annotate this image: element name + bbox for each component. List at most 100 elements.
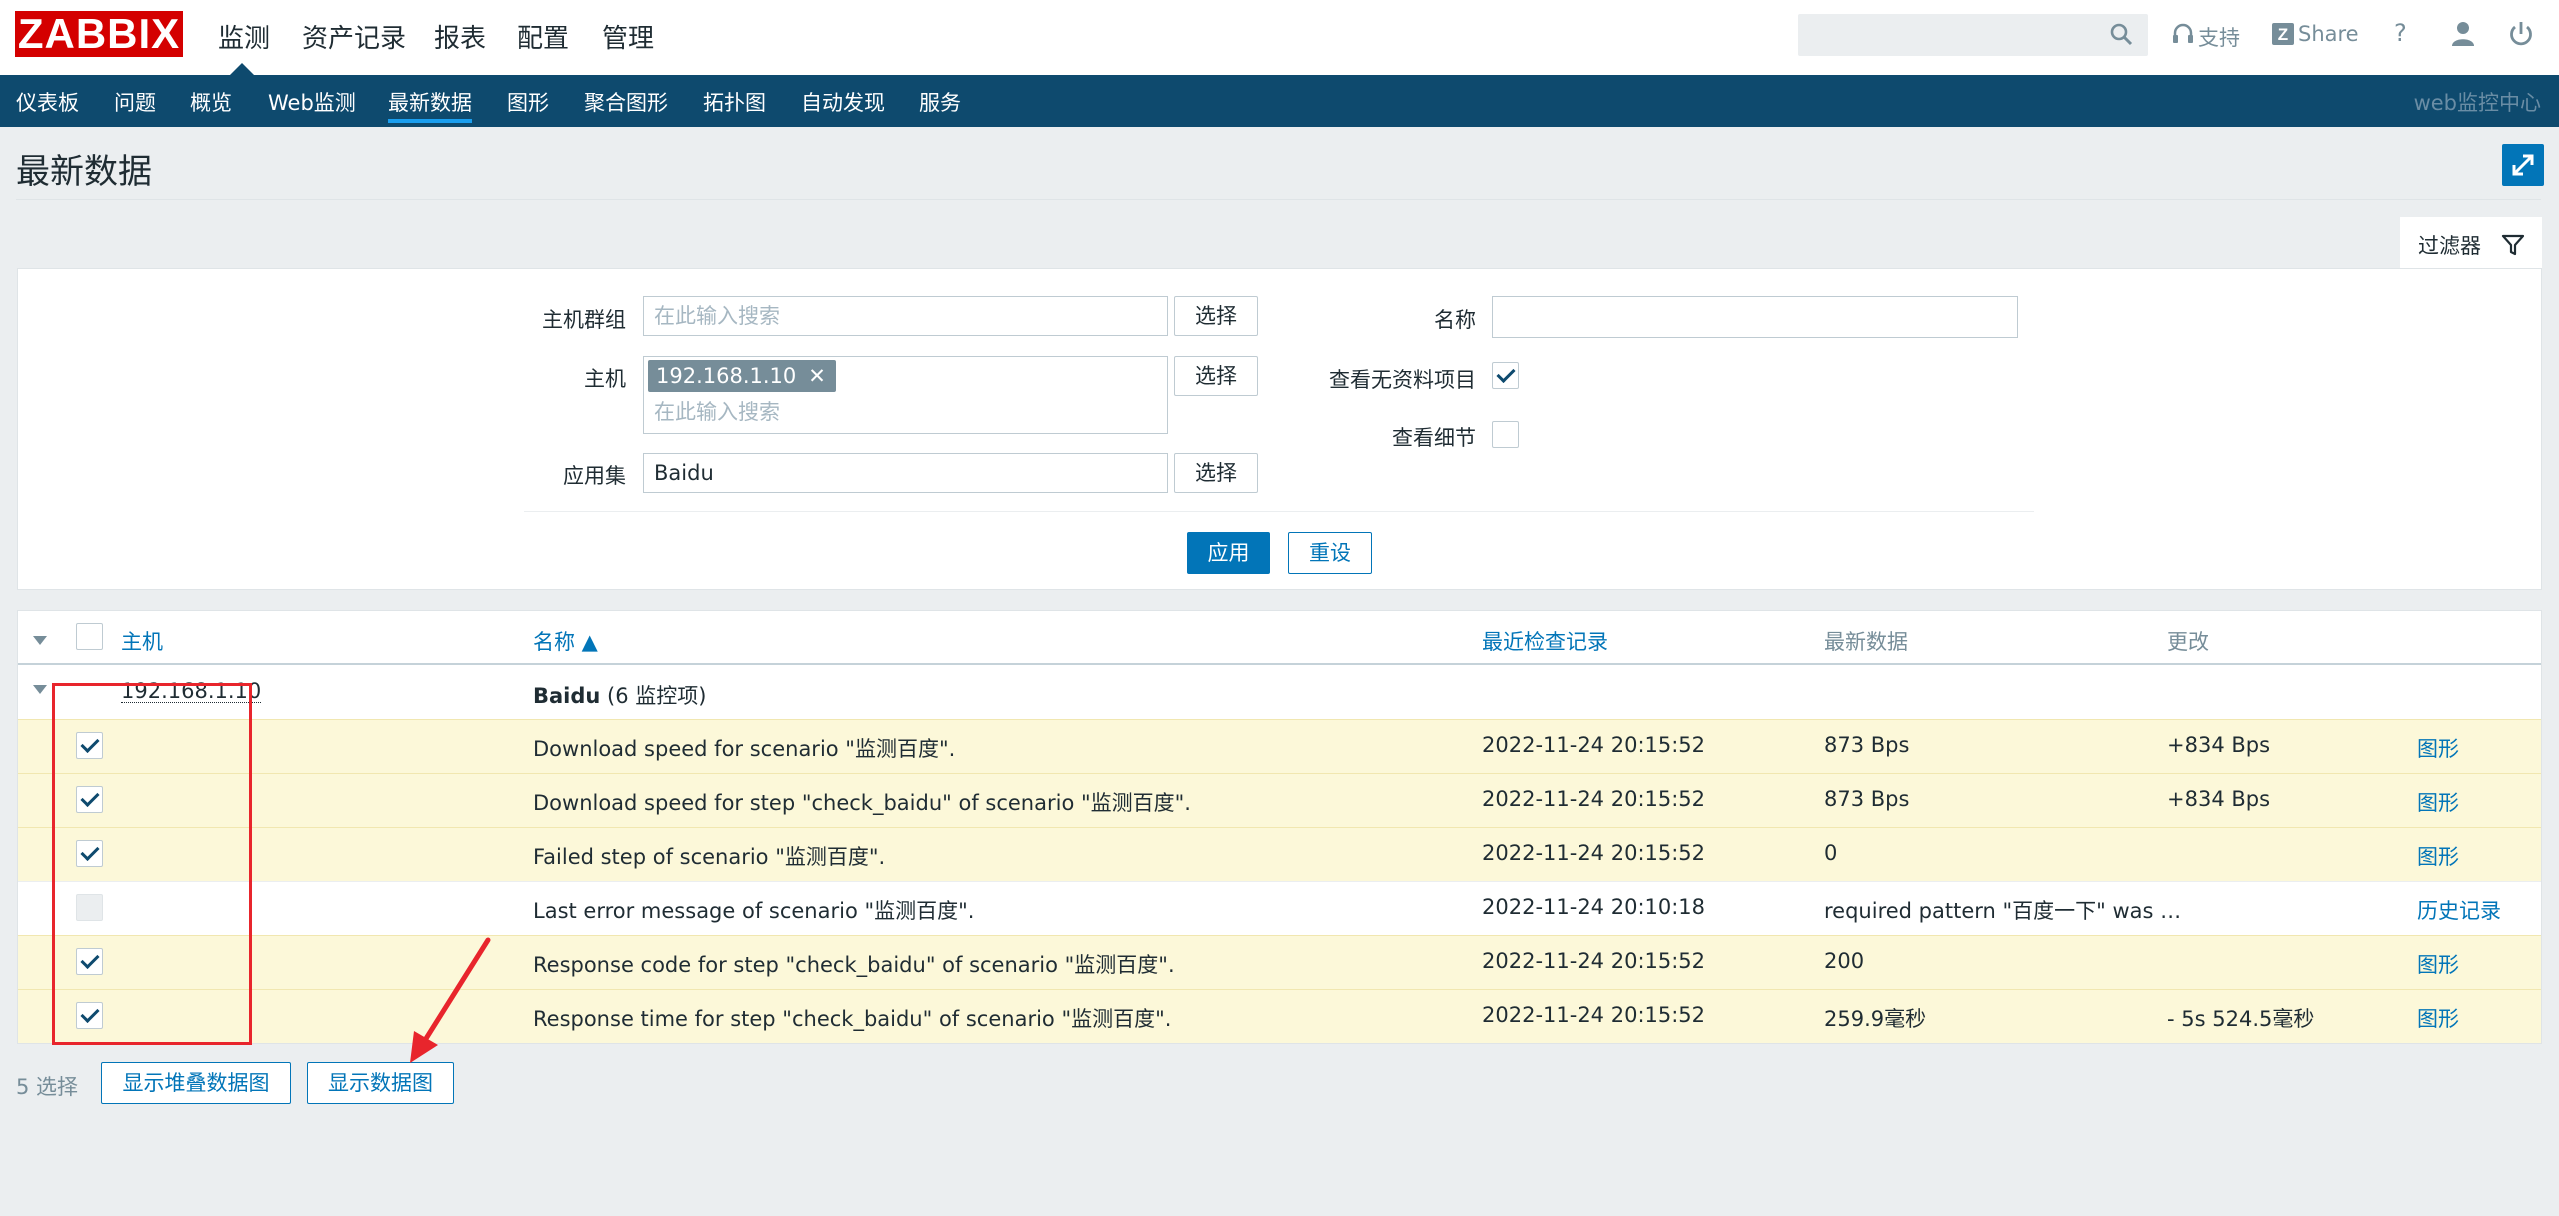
- column-last-check[interactable]: 最近检查记录: [1482, 626, 1608, 656]
- filter-divider: [524, 511, 2034, 512]
- application-label: 应用集: [563, 464, 626, 488]
- display-stacked-graph-button[interactable]: 显示堆叠数据图: [101, 1062, 291, 1104]
- item-name: Failed step of scenario "监测百度".: [533, 845, 886, 869]
- host-label: 主机: [584, 367, 626, 391]
- sign-out-icon[interactable]: [2508, 20, 2534, 48]
- last-value: 873 Bps: [1824, 733, 1910, 757]
- collapse-all-icon[interactable]: [33, 636, 47, 645]
- host-group-select-button[interactable]: 选择: [1174, 296, 1258, 336]
- graph-link[interactable]: 图形: [2417, 841, 2459, 871]
- show-items-without-data-checkbox[interactable]: [1492, 362, 1519, 389]
- table-row: Failed step of scenario "监测百度". 2022-11-…: [18, 827, 2541, 881]
- host-select-button[interactable]: 选择: [1174, 356, 1258, 396]
- menu-administration[interactable]: 管理: [602, 18, 654, 55]
- show-details-checkbox[interactable]: [1492, 421, 1519, 448]
- show-details-label: 查看细节: [1392, 426, 1476, 450]
- filter-panel: [17, 268, 2542, 590]
- help-link[interactable]: ?: [2394, 19, 2407, 47]
- last-check: 2022-11-24 20:15:52: [1482, 949, 1706, 973]
- filter-tab[interactable]: 过滤器: [2400, 217, 2542, 269]
- menu-inventory[interactable]: 资产记录: [302, 18, 406, 55]
- support-link[interactable]: 支持: [2198, 22, 2240, 52]
- submenu-graphs[interactable]: 图形: [507, 87, 549, 117]
- collapse-group-icon[interactable]: [33, 685, 47, 694]
- submenu-problems[interactable]: 问题: [114, 87, 156, 117]
- column-name[interactable]: 名称 ▲: [533, 626, 598, 656]
- application-input[interactable]: Baidu: [643, 453, 1168, 493]
- item-name: Response code for step "check_baidu" of …: [533, 953, 1175, 977]
- latest-data-table: 主机 名称 ▲ 最近检查记录 最新数据 更改 192.168.1.10 Baid…: [17, 610, 2542, 1044]
- reset-button[interactable]: 重设: [1288, 532, 1372, 574]
- title-divider: [16, 199, 2541, 200]
- user-profile-icon[interactable]: [2450, 20, 2476, 48]
- menu-reports[interactable]: 报表: [434, 18, 486, 55]
- submenu-dashboard[interactable]: 仪表板: [16, 87, 79, 117]
- last-value: 200: [1824, 949, 1865, 973]
- submenu-web-monitoring[interactable]: Web监测: [268, 87, 356, 117]
- active-submenu-underline: [388, 119, 472, 123]
- submenu-discovery[interactable]: 自动发现: [801, 87, 885, 117]
- column-change: 更改: [2167, 630, 2209, 654]
- annotation-highlight-box: [52, 683, 252, 1045]
- submenu-latest-data[interactable]: 最新数据: [388, 87, 472, 117]
- active-menu-caret: [230, 63, 254, 75]
- apply-button[interactable]: 应用: [1187, 532, 1270, 574]
- page-title: 最新数据: [16, 152, 152, 192]
- submenu-overview[interactable]: 概览: [190, 87, 232, 117]
- share-link[interactable]: Share: [2298, 22, 2359, 46]
- display-graph-button[interactable]: 显示数据图: [307, 1062, 454, 1104]
- global-search-input[interactable]: [1798, 14, 2148, 56]
- server-name-label: web监控中心: [2413, 91, 2541, 115]
- column-last-value: 最新数据: [1824, 630, 1908, 654]
- name-input[interactable]: [1492, 296, 2018, 338]
- history-link[interactable]: 历史记录: [2417, 895, 2501, 925]
- change-value: +834 Bps: [2167, 787, 2271, 811]
- item-name: Last error message of scenario "监测百度".: [533, 899, 975, 923]
- group-row: 192.168.1.10 Baidu (6 监控项): [18, 665, 2541, 719]
- graph-link[interactable]: 图形: [2417, 949, 2459, 979]
- group-item-count: (6 监控项): [607, 684, 707, 708]
- group-application-name: Baidu: [533, 684, 601, 708]
- host-group-input[interactable]: 在此输入搜索: [643, 296, 1168, 336]
- zabbix-logo[interactable]: ZABBIX: [15, 11, 183, 57]
- last-check: 2022-11-24 20:15:52: [1482, 1003, 1706, 1027]
- last-check: 2022-11-24 20:15:52: [1482, 787, 1706, 811]
- table-row: Response time for step "check_baidu" of …: [18, 989, 2541, 1043]
- remove-host-tag-icon[interactable]: ✕: [808, 364, 826, 388]
- host-group-label: 主机群组: [542, 308, 626, 332]
- table-row: Response code for step "check_baidu" of …: [18, 935, 2541, 989]
- top-header: ZABBIX 监测 资产记录 报表 配置 管理 支持 Z Share ?: [0, 0, 2559, 75]
- last-value: 873 Bps: [1824, 787, 1910, 811]
- submenu-services[interactable]: 服务: [919, 87, 961, 117]
- change-value: - 5s 524.5毫秒: [2167, 1007, 2315, 1031]
- submenu-screens[interactable]: 聚合图形: [584, 87, 668, 117]
- host-input-placeholder: 在此输入搜索: [654, 400, 780, 424]
- search-icon[interactable]: [2109, 22, 2133, 46]
- expand-icon: [2512, 154, 2534, 176]
- filter-tab-label: 过滤器: [2418, 234, 2481, 258]
- fullscreen-button[interactable]: [2502, 144, 2544, 186]
- zabbix-share-icon[interactable]: Z: [2272, 23, 2294, 45]
- item-name: Download speed for step "check_baidu" of…: [533, 791, 1191, 815]
- headset-icon[interactable]: [2172, 22, 2194, 46]
- host-tag-label: 192.168.1.10: [656, 364, 797, 388]
- item-name: Response time for step "check_baidu" of …: [533, 1007, 1172, 1031]
- application-select-button[interactable]: 选择: [1174, 453, 1258, 493]
- select-all-checkbox[interactable]: [76, 623, 103, 650]
- menu-monitoring[interactable]: 监测: [218, 18, 270, 55]
- table-row: Download speed for scenario "监测百度". 2022…: [18, 719, 2541, 773]
- graph-link[interactable]: 图形: [2417, 1003, 2459, 1033]
- last-value: 259.9毫秒: [1824, 1007, 1927, 1031]
- last-check: 2022-11-24 20:15:52: [1482, 733, 1706, 757]
- host-tag: 192.168.1.10 ✕: [648, 360, 836, 392]
- graph-link[interactable]: 图形: [2417, 733, 2459, 763]
- menu-configuration[interactable]: 配置: [517, 18, 569, 55]
- column-host[interactable]: 主机: [121, 626, 163, 656]
- group-application: Baidu (6 监控项): [533, 680, 706, 710]
- table-row: Last error message of scenario "监测百度". 2…: [18, 881, 2541, 935]
- submenu-maps[interactable]: 拓扑图: [703, 87, 766, 117]
- graph-link[interactable]: 图形: [2417, 787, 2459, 817]
- sub-navigation: 仪表板 问题 概览 Web监测 最新数据 图形 聚合图形 拓扑图 自动发现 服务…: [0, 75, 2559, 127]
- item-name: Download speed for scenario "监测百度".: [533, 737, 956, 761]
- show-items-without-data-label: 查看无资料项目: [1329, 368, 1476, 392]
